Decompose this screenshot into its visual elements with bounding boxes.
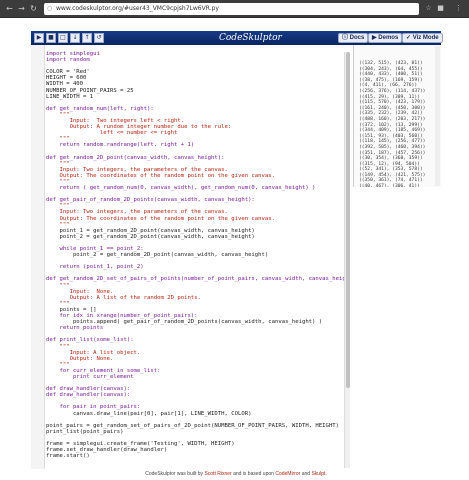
editor-gutter bbox=[31, 45, 45, 469]
docs-button[interactable]: ⓘ Docs bbox=[338, 33, 369, 43]
output-line: ((344, 409), (185, 469)) bbox=[359, 128, 426, 134]
output-pane: ((132, 515), (423, 81)) ((304, 243), (64,… bbox=[353, 45, 441, 187]
download-icon[interactable]: ↓ bbox=[70, 33, 80, 43]
browser-toolbar: ← → ↻ ○ www.codeskulptor.org/#user43_VMC… bbox=[0, 0, 469, 18]
code-editor[interactable]: import simplegui import random COLOR = 'Re… bbox=[31, 45, 351, 469]
url-text: www.codeskulptor.org/#user43_VMC9cpjsh7L… bbox=[56, 5, 219, 12]
footer-prefix: CodeSkulptor was built by bbox=[145, 471, 204, 477]
output-line: ((115, 570), (423, 179)) bbox=[359, 100, 426, 106]
output-line: ((132, 515), (423, 81)) bbox=[359, 61, 423, 66]
output-line: ((392, 505), (460, 394)) bbox=[359, 144, 426, 150]
code-line[interactable]: point_pairs = get_random_set_of_pairs_of… bbox=[46, 423, 350, 429]
output-line: ((256, 376), (114, 437)) bbox=[359, 88, 426, 94]
code-line[interactable]: def get_random_2D_set_of_pairs_of_points… bbox=[46, 276, 350, 282]
code-line[interactable]: return ( get_random_num(0, canvas_width)… bbox=[46, 185, 350, 191]
footer-suffix: . bbox=[325, 471, 327, 477]
footer-skulpt-link[interactable]: Skulpt bbox=[311, 471, 325, 477]
reset-icon[interactable]: ↺ bbox=[94, 33, 104, 43]
output-line: ((488, 160), (203, 217)) bbox=[359, 116, 426, 122]
upload-icon[interactable]: ↑ bbox=[82, 33, 92, 43]
code-area[interactable]: import simplegui import random COLOR = 'Re… bbox=[46, 51, 350, 459]
output-line: ((440, 433), (400, 51)) bbox=[359, 72, 423, 78]
forward-icon[interactable]: → bbox=[17, 4, 26, 13]
demos-label: Demos bbox=[378, 35, 399, 41]
run-icon[interactable]: ▶ bbox=[34, 33, 44, 43]
viz-mode-button[interactable]: ✓ Viz Mode bbox=[402, 33, 443, 43]
star-icon[interactable]: ☆ bbox=[424, 4, 433, 13]
footer: CodeSkulptor was built by Scott Rixner a… bbox=[31, 469, 441, 480]
output-line: ((30, 354), (368, 359)) bbox=[359, 156, 423, 162]
output-scrollbar[interactable] bbox=[435, 46, 440, 186]
extension-icon[interactable]: ■ bbox=[436, 4, 445, 13]
save-icon[interactable]: ■ bbox=[46, 33, 56, 43]
address-bar[interactable]: ○ www.codeskulptor.org/#user43_VMC9cpjsh… bbox=[44, 3, 419, 15]
editor-scrollbar-thumb[interactable] bbox=[346, 52, 350, 388]
docs-label: Docs bbox=[349, 35, 365, 41]
footer-author-link[interactable]: Scott Rixner bbox=[204, 471, 231, 477]
reload-icon[interactable]: ↻ bbox=[29, 4, 38, 13]
back-icon[interactable]: ← bbox=[5, 4, 14, 13]
footer-middle: and is based upon bbox=[233, 471, 274, 477]
menu-icon[interactable]: ⋮ bbox=[454, 4, 463, 13]
editor-scrollbar[interactable] bbox=[344, 52, 350, 468]
lock-icon: ○ bbox=[47, 5, 53, 12]
viz-mode-label: Viz Mode bbox=[412, 35, 439, 41]
codeskulptor-toolbar: ▶ ■ □ ↓ ↑ ↺ CodeSkulptor ⓘ Docs ▶ Demos … bbox=[31, 31, 443, 45]
footer-and: and bbox=[301, 471, 311, 477]
new-icon[interactable]: □ bbox=[58, 33, 68, 43]
code-line[interactable]: frame.start() bbox=[46, 453, 350, 459]
output-line: ((40, 467), (306, 41)) bbox=[359, 184, 420, 187]
output-text: ((132, 515), (423, 81)) ((304, 243), (64,… bbox=[359, 61, 425, 187]
page: ← → ↻ ○ www.codeskulptor.org/#user43_VMC… bbox=[0, 0, 469, 480]
demos-button[interactable]: ▶ Demos bbox=[368, 33, 403, 43]
footer-codemirror-link[interactable]: CodeMirror bbox=[275, 471, 300, 477]
app-logo: CodeSkulptor bbox=[219, 33, 282, 43]
